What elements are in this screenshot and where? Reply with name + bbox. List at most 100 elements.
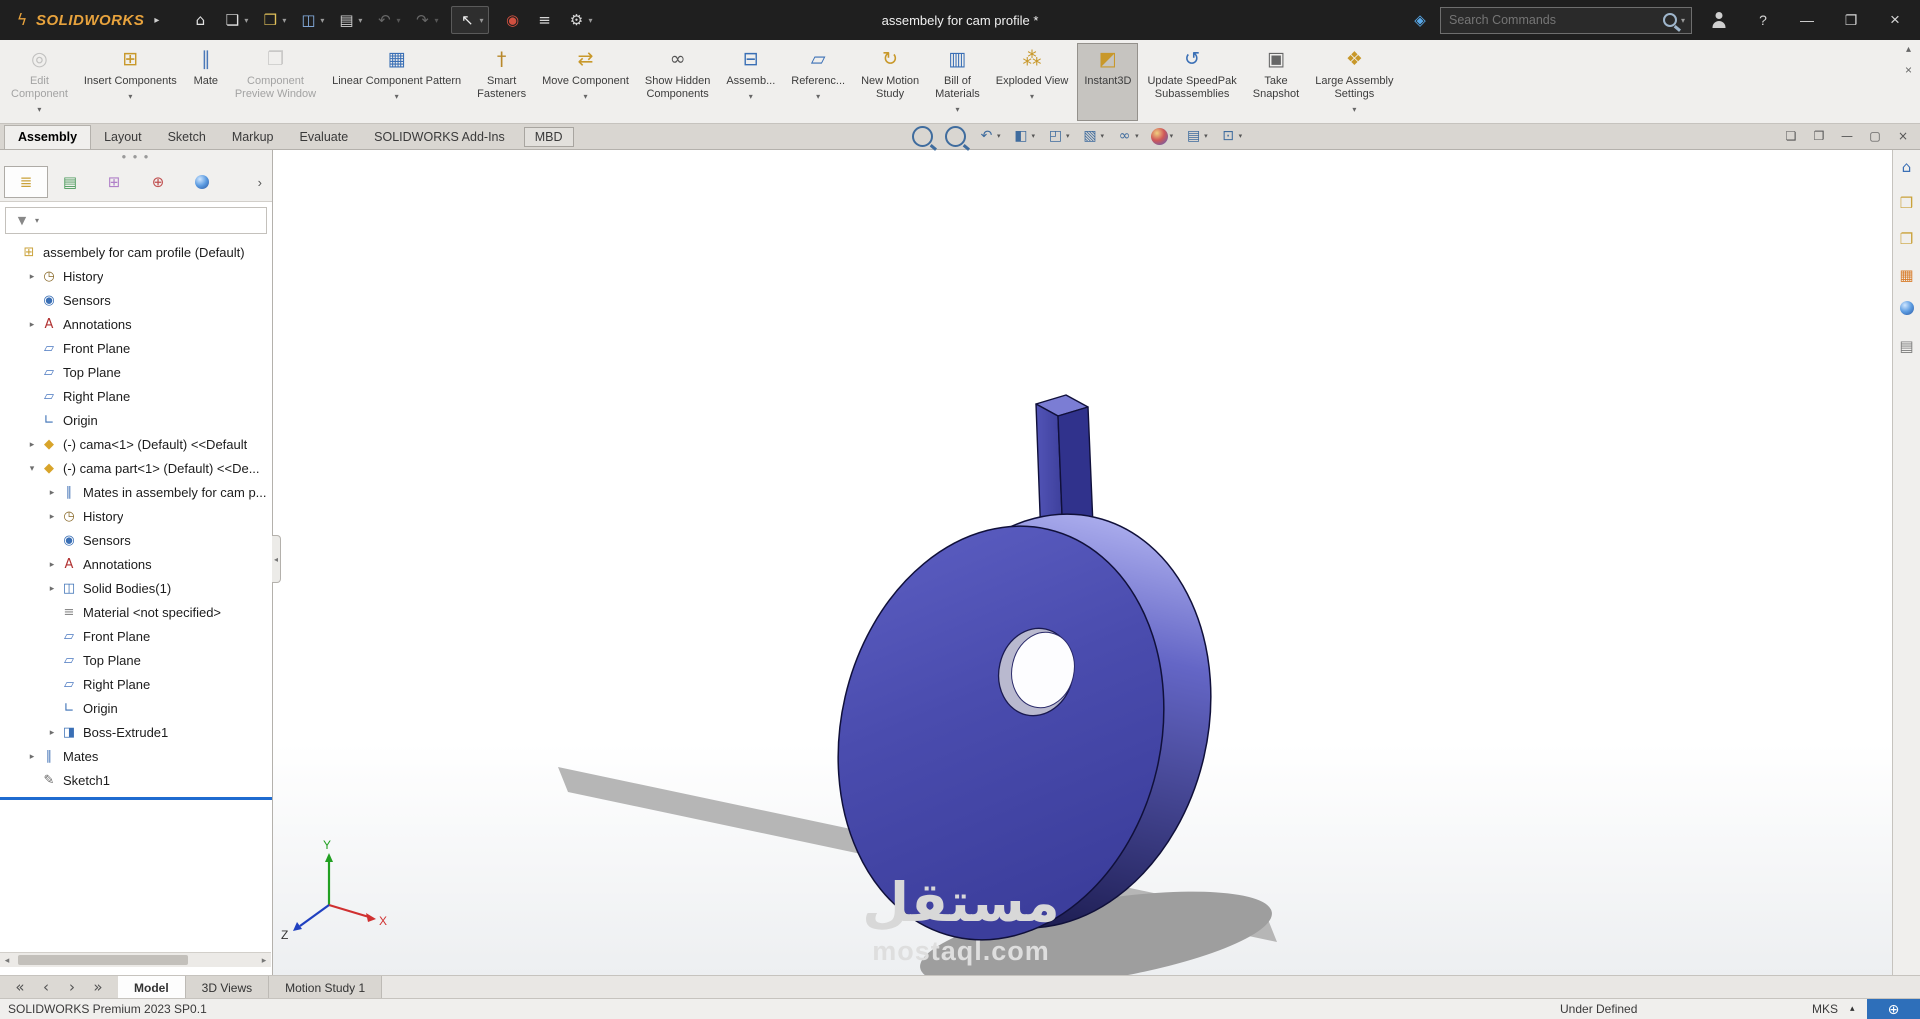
account-icon[interactable] bbox=[1709, 10, 1729, 30]
dropdown-caret-icon[interactable]: ▾ bbox=[244, 16, 248, 25]
status-caret-icon[interactable]: ▴ bbox=[1850, 1003, 1855, 1014]
tree-item-right-plane[interactable]: ▱ Right Plane bbox=[0, 384, 272, 408]
dropdown-caret-icon[interactable]: ▾ bbox=[282, 16, 286, 25]
dropdown-caret-icon[interactable]: ▾ bbox=[997, 132, 1001, 140]
dropdown-caret-icon[interactable]: ▾ bbox=[434, 16, 438, 25]
cam-assembly-model[interactable] bbox=[273, 149, 1892, 975]
custom-properties-button[interactable]: ▤ bbox=[1897, 336, 1917, 356]
dropdown-caret-icon[interactable]: ▾ bbox=[358, 16, 362, 25]
display-style-button[interactable]: ▧ ▾ bbox=[1082, 128, 1105, 145]
dropdown-caret-icon[interactable]: ▾ bbox=[1101, 132, 1105, 140]
dropdown-caret-icon[interactable]: ▾ bbox=[1066, 132, 1070, 140]
expander-right-icon[interactable]: ▸ bbox=[24, 319, 40, 330]
tab-layout[interactable]: Layout bbox=[91, 126, 155, 149]
tab-sketch[interactable]: Sketch bbox=[155, 126, 219, 149]
exploded-view-button[interactable]: ⁂ Exploded View ▾ bbox=[989, 43, 1076, 121]
undo-button[interactable]: ↶ ▾ bbox=[369, 7, 405, 33]
solidworks-logo[interactable]: ϟ SOLIDWORKS ▸ bbox=[0, 10, 160, 30]
dropdown-caret-icon[interactable]: ▾ bbox=[37, 103, 41, 116]
view-orientation-button[interactable]: ◰ ▾ bbox=[1047, 128, 1070, 145]
3dexperience-icon[interactable]: ◈ bbox=[1410, 10, 1430, 30]
tree-item-front-plane[interactable]: ▱ Front Plane bbox=[0, 624, 272, 648]
filter-caret-icon[interactable]: ▾ bbox=[35, 216, 39, 225]
dimxpertmanager-tab[interactable]: ⊕ bbox=[136, 166, 180, 198]
dropdown-caret-icon[interactable]: ▾ bbox=[1030, 90, 1034, 103]
edit-appearance-button[interactable]: ▾ bbox=[1150, 127, 1173, 145]
tree-item-top-plane[interactable]: ▱ Top Plane bbox=[0, 360, 272, 384]
taskpane-home-button[interactable]: ⌂ bbox=[1897, 157, 1917, 177]
edit-component-button[interactable]: ◎ Edit Component ▾ bbox=[4, 43, 75, 121]
globe-button[interactable]: ⊕ bbox=[1867, 999, 1920, 1019]
panel-grip[interactable]: ● ● ● bbox=[0, 149, 272, 163]
propertymanager-tab[interactable]: ▤ bbox=[48, 166, 92, 198]
select-button[interactable]: ↖ ▾ bbox=[451, 6, 490, 34]
tree-item-history[interactable]: ▸ ◷ History bbox=[0, 264, 272, 288]
restore-button[interactable]: ❐ bbox=[1834, 0, 1868, 40]
smart-fasteners-button[interactable]: † Smart Fasteners bbox=[470, 43, 533, 121]
dropdown-caret-icon[interactable]: ▾ bbox=[588, 16, 592, 25]
tree-item-boss-extrude1[interactable]: ▸ ◨ Boss-Extrude1 bbox=[0, 720, 272, 744]
logo-expand-icon[interactable]: ▸ bbox=[154, 15, 159, 26]
instant3d-button[interactable]: ◩ Instant3D bbox=[1077, 43, 1139, 121]
reference-geometry-button[interactable]: ▱ Referenc... ▾ bbox=[784, 43, 852, 121]
hide-show-items-button[interactable]: ∞ ▾ bbox=[1116, 128, 1139, 145]
last-tab-button[interactable]: » bbox=[88, 978, 108, 998]
search-icon[interactable] bbox=[1662, 13, 1677, 27]
expander-right-icon[interactable]: ▸ bbox=[44, 583, 60, 594]
redo-button[interactable]: ↷ ▾ bbox=[407, 7, 443, 33]
graphics-area[interactable]: Y X Z مستقل mostaql.com bbox=[273, 149, 1892, 975]
dropdown-caret-icon[interactable]: ▾ bbox=[479, 16, 483, 25]
previous-tab-button[interactable]: ‹ bbox=[36, 978, 56, 998]
tree-horizontal-scrollbar[interactable]: ◂ ▸ bbox=[0, 952, 271, 967]
dropdown-caret-icon[interactable]: ▾ bbox=[1204, 132, 1208, 140]
scrollbar-thumb[interactable] bbox=[18, 955, 188, 965]
apply-scene-button[interactable]: ▤ ▾ bbox=[1185, 128, 1208, 145]
expander-right-icon[interactable]: ▸ bbox=[44, 487, 60, 498]
dropdown-caret-icon[interactable]: ▾ bbox=[749, 90, 753, 103]
tree-item-right-plane[interactable]: ▱ Right Plane bbox=[0, 672, 272, 696]
tree-item-top-plane[interactable]: ▱ Top Plane bbox=[0, 648, 272, 672]
large-assembly-settings-button[interactable]: ❖ Large Assembly Settings ▾ bbox=[1308, 43, 1400, 121]
view-settings-button[interactable]: ⊡ ▾ bbox=[1220, 128, 1242, 145]
dropdown-caret-icon[interactable]: ▾ bbox=[583, 90, 587, 103]
scroll-right-icon[interactable]: ▸ bbox=[257, 955, 271, 966]
tree-item-history[interactable]: ▸ ◷ History bbox=[0, 504, 272, 528]
doc-minimize-button[interactable]: — bbox=[1840, 129, 1854, 143]
bill-of-materials-button[interactable]: ▥ Bill of Materials ▾ bbox=[928, 43, 987, 121]
search-caret-icon[interactable]: ▾ bbox=[1681, 16, 1685, 25]
expander-right-icon[interactable]: ▸ bbox=[24, 271, 40, 282]
assembly-features-button[interactable]: ⊟ Assemb... ▾ bbox=[719, 43, 782, 121]
next-tab-button[interactable]: › bbox=[62, 978, 82, 998]
tab-evaluate[interactable]: Evaluate bbox=[287, 126, 362, 149]
file-explorer-button[interactable]: ❐ bbox=[1897, 229, 1917, 249]
new-document-button[interactable]: ❏ ▾ bbox=[217, 7, 253, 33]
featuremanager-tab[interactable]: ≣ bbox=[4, 166, 48, 198]
panel-collapse-handle[interactable]: ◂ bbox=[272, 535, 281, 583]
update-speedpak-subassemblies-button[interactable]: ↺ Update SpeedPak Subassemblies bbox=[1140, 43, 1243, 121]
collapse-ribbon-icon[interactable]: ▴ bbox=[1906, 44, 1911, 55]
tree-item-solid-bodies-1[interactable]: ▸ ◫ Solid Bodies(1) bbox=[0, 576, 272, 600]
dropdown-caret-icon[interactable]: ▾ bbox=[816, 90, 820, 103]
section-view-button[interactable]: ◧ ▾ bbox=[1013, 128, 1035, 145]
pane-preview-button[interactable]: ❏ bbox=[1784, 129, 1798, 143]
dropdown-caret-icon[interactable]: ▾ bbox=[396, 16, 400, 25]
dropdown-caret-icon[interactable]: ▾ bbox=[1135, 132, 1139, 140]
appearances-button[interactable] bbox=[1899, 301, 1914, 320]
unit-system[interactable]: MKS bbox=[1812, 1002, 1838, 1016]
tree-item-material-not-specified[interactable]: ≡ Material <not specified> bbox=[0, 600, 272, 624]
mate-button[interactable]: ∥ Mate bbox=[186, 43, 226, 121]
expander-right-icon[interactable]: ▸ bbox=[44, 727, 60, 738]
dropdown-caret-icon[interactable]: ▾ bbox=[128, 90, 132, 103]
tree-item-annotations[interactable]: ▸ A Annotations bbox=[0, 312, 272, 336]
search-input[interactable] bbox=[1447, 12, 1659, 28]
tree-item-cama-1-default-default[interactable]: ▸ ◆ (-) cama<1> (Default) <<Default bbox=[0, 432, 272, 456]
expander-right-icon[interactable]: ▸ bbox=[24, 439, 40, 450]
tab-assembly[interactable]: Assembly bbox=[4, 125, 92, 149]
dropdown-caret-icon[interactable]: ▾ bbox=[1352, 103, 1356, 116]
command-search[interactable]: ▾ bbox=[1440, 6, 1692, 34]
tree-filter[interactable]: ▼ ▾ bbox=[5, 207, 267, 234]
marketplace-button[interactable]: ◉ bbox=[497, 7, 527, 33]
minimize-button[interactable]: — bbox=[1790, 0, 1824, 40]
expander-right-icon[interactable]: ▸ bbox=[44, 511, 60, 522]
scroll-left-icon[interactable]: ◂ bbox=[0, 955, 14, 966]
